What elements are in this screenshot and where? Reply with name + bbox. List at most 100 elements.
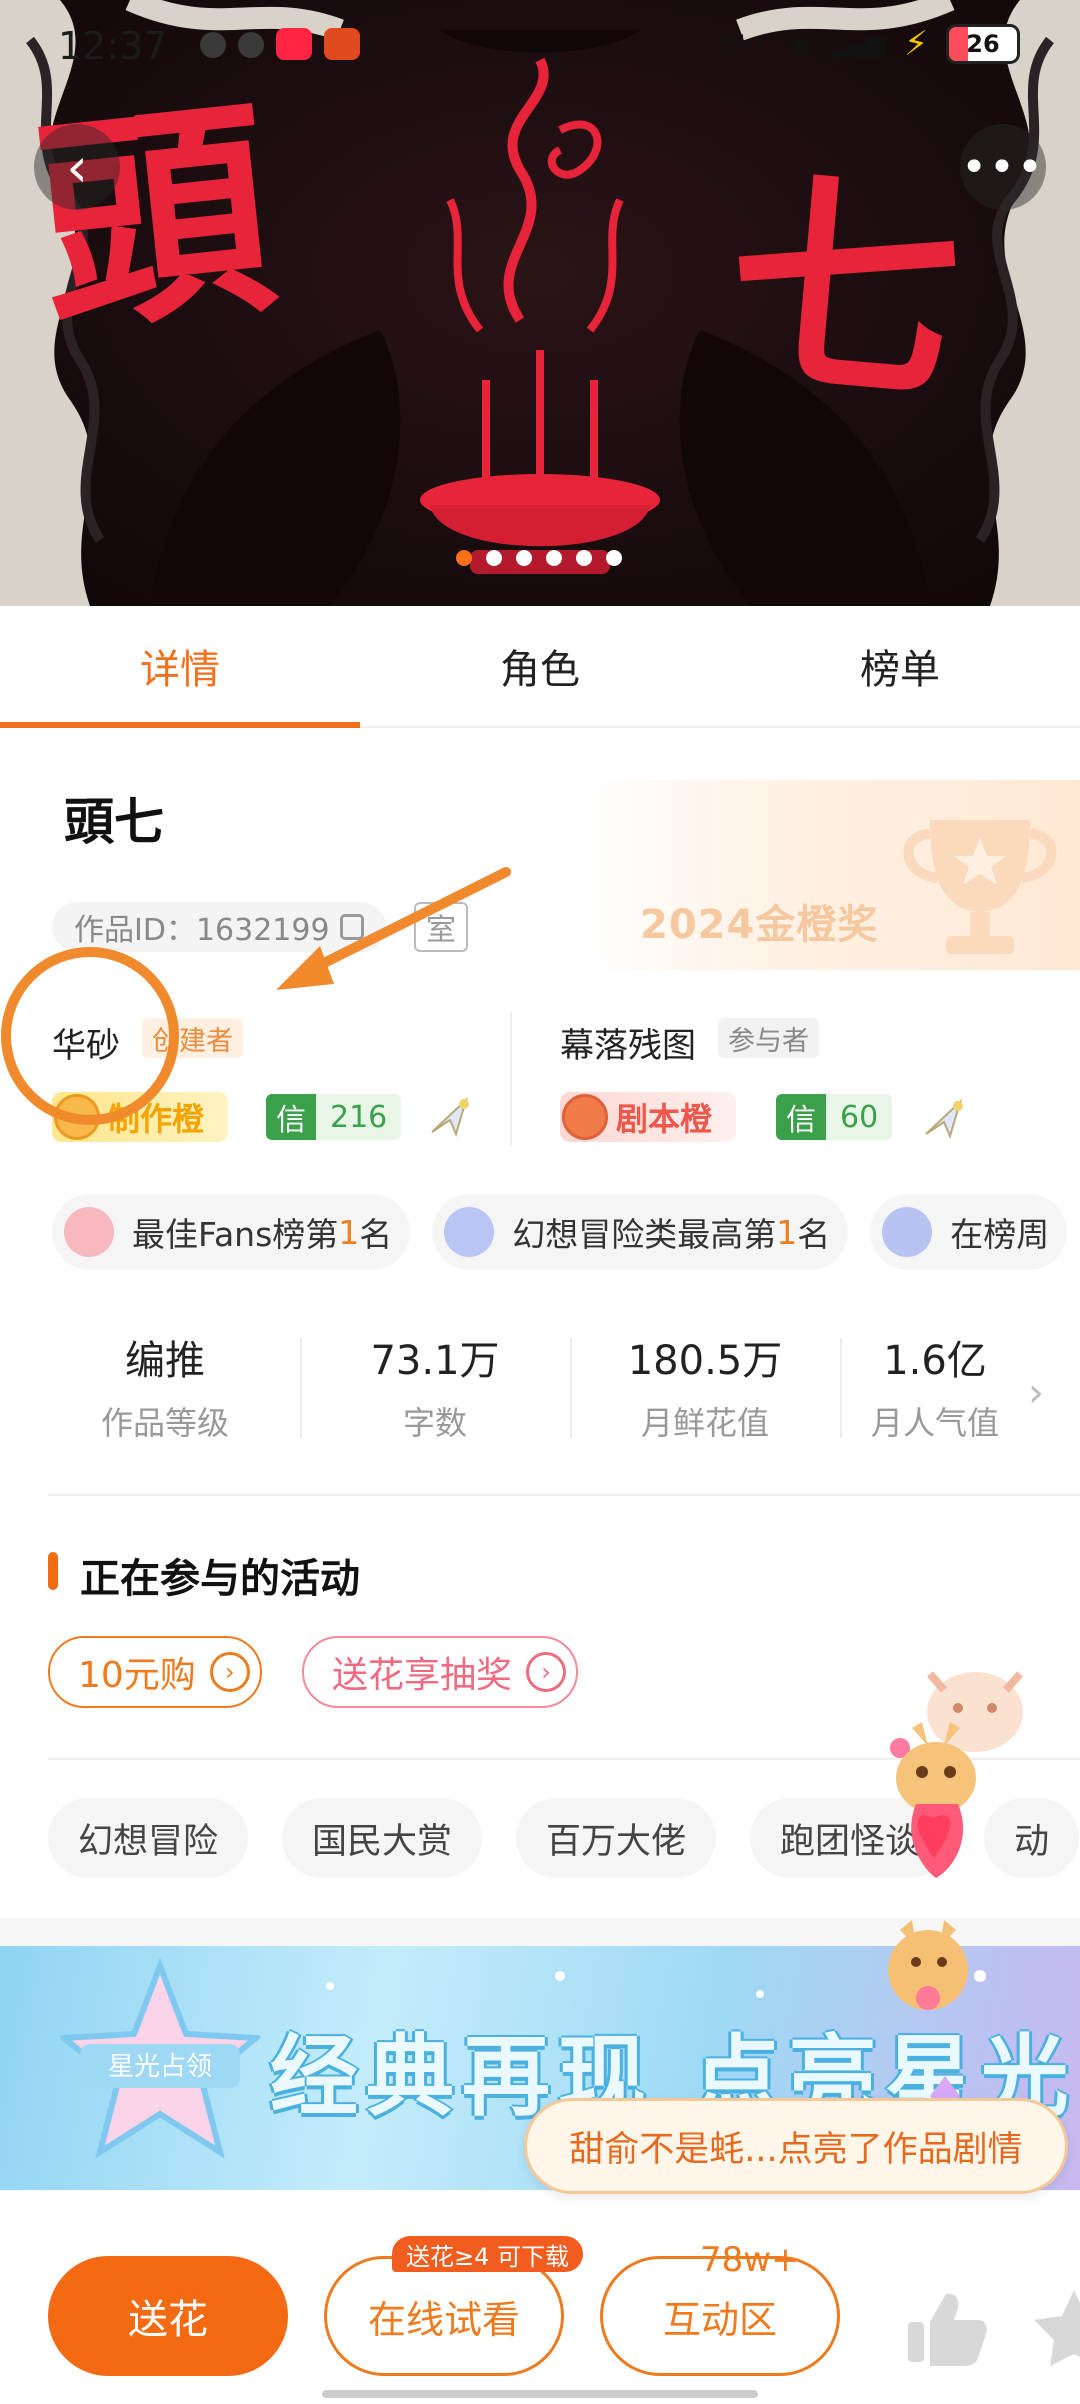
hd-icon: ▣ [790, 30, 813, 58]
creator-role-badge: 创建者 [142, 1018, 243, 1058]
stat-value: 180.5万 [627, 1338, 783, 1384]
honor-text: 在榜周 [950, 1215, 1050, 1254]
activity-10yuan-button[interactable]: 10元购 › [48, 1636, 262, 1708]
creator-separator [510, 1012, 512, 1146]
activity-lottery-button[interactable]: 送花享抽奖 › [302, 1636, 579, 1708]
work-title: 頭七 [64, 793, 164, 851]
copy-icon[interactable] [339, 914, 364, 940]
honor-item[interactable]: 最佳Fans榜第 1 名 [52, 1194, 411, 1270]
signal-icon: ▂▄▆ [830, 30, 887, 58]
creator-name[interactable]: 华砂 [52, 1018, 120, 1067]
tab-bar: 详情 角色 榜单 [0, 606, 1080, 728]
trophy-icon [903, 820, 1057, 954]
credit-value: 60 [826, 1094, 893, 1140]
work-id-chip[interactable]: 作品ID：1632199 [52, 902, 386, 952]
plane-icon [431, 1096, 469, 1137]
home-indicator [322, 2390, 758, 2398]
honor-text: 幻想冒险类最高第 [512, 1215, 777, 1254]
network-speed: 31.0 [718, 30, 773, 58]
creator-credit-badge: 信 216 [266, 1094, 402, 1140]
tab-details[interactable]: 详情 [0, 606, 360, 728]
app-root: 頭 七 12:37 31.0 ▣ ▂▄▆ ⚡ 26 ‹ ••• 详情 角色 榜单… [0, 0, 1080, 2404]
activity-label: 10元购 [78, 1655, 196, 1696]
stat-value: 1.6亿 [883, 1338, 987, 1384]
list-icon [882, 1207, 933, 1257]
interaction-count: 78w+ [700, 2240, 800, 2280]
section-marker [48, 1552, 58, 1590]
credit-key: 信 [266, 1094, 316, 1140]
carousel-dot[interactable] [576, 550, 592, 566]
honor-item[interactable]: 在榜周 [870, 1194, 1068, 1270]
more-button[interactable]: ••• [960, 124, 1046, 210]
activities-title: 正在参与的活动 [80, 1556, 360, 1602]
stat-label: 月人气值 [870, 1404, 999, 1442]
tab-rankings[interactable]: 榜单 [720, 606, 1080, 726]
genre-tag[interactable]: 动 [984, 1798, 1080, 1878]
participant-role-badge: 参与者 [718, 1018, 819, 1058]
carousel-dot[interactable] [486, 550, 502, 566]
notification-icons [200, 28, 360, 60]
participant-name[interactable]: 幕落残图 [560, 1018, 696, 1067]
trial-read-button[interactable]: 在线试看 [324, 2256, 564, 2376]
thumbs-up-icon[interactable] [904, 2288, 988, 2368]
honor-suffix: 名 [797, 1215, 831, 1254]
status-time: 12:37 [58, 24, 168, 68]
chevron-right-icon: › [526, 1652, 567, 1692]
carousel-dot[interactable] [456, 550, 472, 566]
genre-tag[interactable]: 幻想冒险 [48, 1798, 249, 1878]
carousel-dot[interactable] [606, 550, 622, 566]
honor-item[interactable]: 幻想冒险类最高第 1 名 [432, 1194, 849, 1270]
genre-tag[interactable]: 百万大佬 [516, 1798, 717, 1878]
honor-rank: 1 [776, 1212, 798, 1252]
mascot-flower-icon [888, 1920, 968, 2010]
send-flower-button[interactable]: 送花 [48, 2256, 288, 2376]
wechat-icon [200, 32, 226, 58]
participant-level-badge: 剧本橙 [560, 1092, 736, 1142]
genre-tag[interactable]: 国民大赏 [282, 1798, 483, 1878]
food-app-icon [324, 28, 360, 60]
honor-text: 最佳Fans榜第 [132, 1215, 339, 1254]
star-of-david-icon [444, 1207, 495, 1257]
creator-level-text: 制作橙 [108, 1100, 205, 1138]
stat-label: 月鲜花值 [640, 1404, 769, 1442]
divider [48, 1494, 1080, 1496]
room-chip[interactable]: 室 [414, 902, 468, 952]
stat-word-count: 73.1万 字数 [300, 1328, 570, 1448]
carousel-dot[interactable] [546, 550, 562, 566]
stat-value: 73.1万 [370, 1338, 500, 1384]
cover-carousel[interactable]: 頭 七 12:37 31.0 ▣ ▂▄▆ ⚡ 26 ‹ ••• [0, 0, 1080, 606]
chevron-right-icon[interactable]: › [1028, 1370, 1044, 1416]
status-right: 31.0 ▣ ▂▄▆ ⚡ 26 [719, 24, 1020, 64]
carousel-dot[interactable] [516, 550, 532, 566]
svg-text:頭: 頭 [26, 73, 284, 366]
stats-row[interactable]: 编推 作品等级 73.1万 字数 180.5万 月鲜花值 1.6亿 月人气值 [30, 1328, 1030, 1448]
honor-rank: 1 [338, 1212, 360, 1252]
chevron-left-icon: ‹ [66, 135, 88, 199]
activity-label: 送花享抽奖 [332, 1655, 513, 1696]
stat-value: 编推 [125, 1338, 205, 1384]
mascot-face-icon [54, 1094, 100, 1140]
tab-characters[interactable]: 角色 [360, 606, 720, 726]
honor-list: 最佳Fans榜第 1 名 幻想冒险类最高第 1 名 在榜周 [52, 1194, 1068, 1270]
mascot-cheer-icon [890, 1722, 976, 1878]
bubble-text: 甜俞不是蚝...点亮了作品剧情 [569, 2129, 1023, 2170]
back-button[interactable]: ‹ [34, 124, 120, 210]
heart-icon [64, 1207, 114, 1257]
battery-icon: 26 [946, 24, 1020, 64]
mascot-face-icon [562, 1094, 608, 1140]
trial-download-badge: 送花≥4 可下载 [392, 2236, 584, 2272]
message-icon [238, 32, 264, 58]
charging-icon: ⚡ [904, 24, 928, 64]
lightup-notice-bubble[interactable]: 甜俞不是蚝...点亮了作品剧情 [524, 2098, 1068, 2194]
chevron-right-icon: › [209, 1652, 250, 1692]
annotation-arrow-head [276, 946, 334, 990]
creator-level-badge: 制作橙 [52, 1092, 228, 1142]
award-label: 2024金橙奖 [640, 902, 879, 948]
stat-monthly-popularity: 1.6亿 月人气值 [840, 1328, 1030, 1448]
stat-label: 字数 [402, 1404, 467, 1442]
status-bar: 12:37 31.0 ▣ ▂▄▆ ⚡ 26 [0, 0, 1080, 92]
work-id-text: 作品ID：1632199 [74, 913, 330, 948]
credit-key: 信 [776, 1094, 826, 1140]
stat-work-level: 编推 作品等级 [30, 1328, 300, 1448]
star-icon[interactable] [1034, 2286, 1080, 2366]
